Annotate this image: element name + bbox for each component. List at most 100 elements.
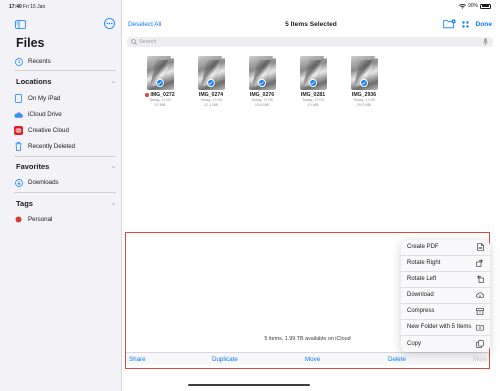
sidebar-item-label: Creative Cloud [28, 127, 69, 134]
checkmark-icon [155, 79, 164, 87]
status-right: 90% [458, 3, 491, 9]
divider [14, 70, 116, 71]
divider [14, 156, 116, 157]
sidebar: Files Recents Locations ⌄ On My iPad iCl… [0, 0, 122, 391]
chevron-down-icon: ⌄ [110, 164, 116, 170]
menu-item-compress[interactable]: Compress [401, 304, 490, 320]
sidebar-item-recently-deleted[interactable]: Recently Deleted [14, 140, 114, 153]
search-icon [131, 39, 137, 45]
chevron-down-icon: ⌄ [110, 79, 116, 85]
sidebar-item-label: Recently Deleted [28, 143, 76, 150]
menu-item-label: New Folder with 5 Items [407, 324, 472, 331]
move-button[interactable]: Move [305, 356, 320, 363]
sidebar-item-label: Downloads [28, 179, 59, 186]
share-button[interactable]: Share [129, 356, 146, 363]
section-title: Locations [16, 77, 52, 86]
sidebar-item-label: Personal [28, 216, 53, 223]
cloud-download-badge-icon [271, 56, 276, 59]
menu-item-create-pdf[interactable]: Create PDF [401, 240, 490, 256]
status-date: Fri 15 Jan [23, 4, 46, 10]
checkmark-icon [359, 79, 368, 87]
menu-item-label: Download [407, 292, 434, 299]
checkmark-icon [206, 79, 215, 87]
battery-percent: 90% [467, 3, 478, 9]
sidebar-item-recents[interactable]: Recents [14, 55, 114, 68]
status-bar: 17:40 Fri 15 Jan 90% [0, 0, 500, 12]
sidebar-item-label: Recents [28, 58, 51, 65]
menu-item-label: Rotate Right [407, 260, 441, 267]
file-size: 10 MB [307, 103, 319, 107]
menu-item-label: Rotate Left [407, 276, 437, 283]
duplicate-button[interactable]: Duplicate [212, 356, 238, 363]
download-circle-icon [14, 178, 23, 187]
locations-header[interactable]: Locations ⌄ [16, 77, 116, 86]
status-time: 17:40 [9, 4, 22, 10]
sidebar-item-on-my-ipad[interactable]: On My iPad [14, 92, 114, 105]
menu-item-rotate-right[interactable]: Rotate Right [401, 256, 490, 272]
tags-header[interactable]: Tags ⌄ [16, 199, 116, 208]
cloud-icon [14, 110, 23, 119]
bottom-toolbar: Share Duplicate Move Delete More [126, 352, 489, 365]
favorites-header[interactable]: Favorites ⌄ [16, 162, 116, 171]
new-folder-icon[interactable] [443, 19, 456, 29]
microphone-icon[interactable] [483, 38, 488, 46]
file-item[interactable]: IMG_0281 Today, 17:09 10 MB [293, 56, 333, 108]
file-size: 10 MB [154, 103, 166, 107]
menu-item-label: Compress [407, 308, 435, 315]
file-thumbnail[interactable] [146, 56, 174, 90]
sidebar-item-personal-tag[interactable]: Personal [14, 213, 114, 226]
menu-item-download[interactable]: Download [401, 288, 490, 304]
menu-item-copy[interactable]: Copy [401, 336, 490, 352]
tag-dot-icon [145, 93, 149, 97]
done-button[interactable]: Done [476, 21, 492, 28]
file-item[interactable]: IMG_2936 Today, 17:09 29.5 MB [344, 56, 384, 108]
section-title: Tags [16, 199, 33, 208]
file-size: 29.5 MB [356, 103, 372, 107]
sidebar-title: Files [16, 36, 45, 50]
trash-icon [14, 142, 23, 151]
chevron-down-icon: ⌄ [110, 201, 116, 207]
ipad-icon [14, 94, 23, 103]
wifi-icon [458, 3, 466, 9]
menu-item-new-folder[interactable]: New Folder with 5 Items [401, 320, 490, 336]
file-item[interactable]: IMG_0276 Today, 17:09 13.6 MB [242, 56, 282, 108]
cloud-download-badge-icon [169, 56, 174, 59]
search-bar[interactable] [127, 37, 493, 47]
top-toolbar: Deselect All 5 Items Selected Done [122, 18, 500, 34]
sidebar-item-icloud-drive[interactable]: iCloud Drive [14, 108, 114, 121]
more-button[interactable]: More [473, 356, 487, 363]
menu-item-label: Copy [407, 340, 422, 347]
creative-cloud-icon [14, 126, 23, 135]
more-options-icon[interactable] [104, 18, 115, 29]
menu-item-rotate-left[interactable]: Rotate Left [401, 272, 490, 288]
file-thumbnail[interactable] [299, 56, 327, 90]
menu-item-label: Create PDF [407, 244, 439, 251]
home-indicator [188, 384, 310, 386]
file-thumbnail[interactable] [248, 56, 276, 90]
copy-icon [476, 340, 484, 348]
more-actions-menu: Create PDF Rotate Right Rotate Left Down… [401, 240, 490, 352]
cloud-download-badge-icon [322, 56, 327, 59]
file-thumbnail[interactable] [350, 56, 378, 90]
sidebar-item-label: iCloud Drive [28, 111, 62, 118]
file-item[interactable]: IMG_0274 Today, 17:09 12.1 MB [191, 56, 231, 108]
sidebar-toolbar [0, 18, 122, 32]
battery-icon [480, 3, 491, 9]
document-icon [476, 243, 484, 252]
grid-options-icon[interactable] [460, 19, 471, 30]
sidebar-toggle-icon[interactable] [15, 20, 26, 29]
file-size: 12.1 MB [203, 103, 219, 107]
cloud-download-badge-icon [373, 56, 378, 59]
search-input[interactable] [139, 39, 439, 45]
file-item[interactable]: IMG_0272 Today, 17:09 10 MB [140, 56, 180, 108]
sidebar-item-creative-cloud[interactable]: Creative Cloud [14, 124, 114, 137]
tag-dot-icon [14, 215, 23, 224]
file-thumbnail[interactable] [197, 56, 225, 90]
sidebar-item-downloads[interactable]: Downloads [14, 176, 114, 189]
divider [14, 192, 116, 193]
clock-icon [14, 57, 23, 66]
rotate-left-icon [476, 275, 484, 283]
folder-plus-icon [476, 323, 484, 331]
sidebar-item-label: On My iPad [28, 95, 61, 102]
delete-button[interactable]: Delete [388, 356, 406, 363]
